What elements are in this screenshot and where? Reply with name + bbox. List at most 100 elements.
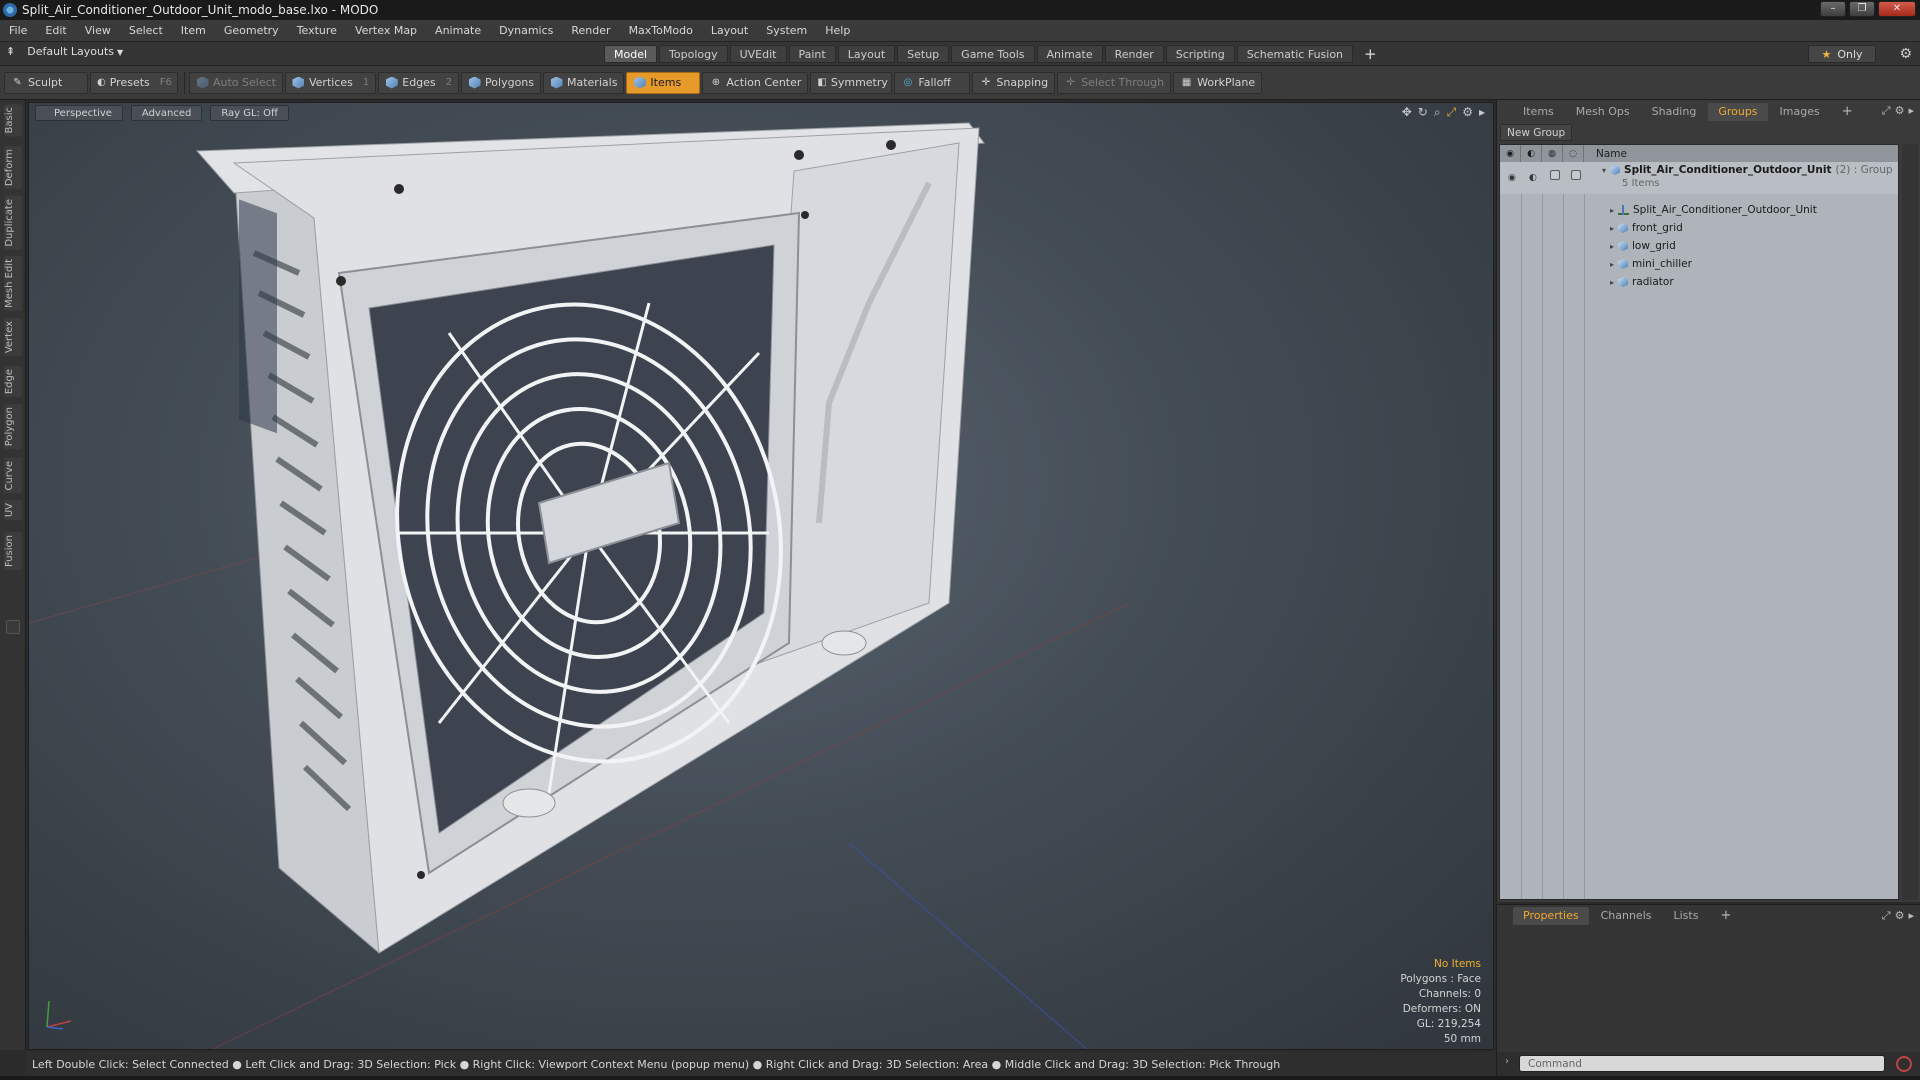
render-toggle-icon[interactable]: ◐ [1529, 173, 1537, 183]
list-item[interactable]: ▸ front_grid [1500, 219, 1898, 237]
menu-vertex-map[interactable]: Vertex Map [346, 20, 426, 42]
tab-mesh-edit[interactable]: Mesh Edit [4, 256, 22, 311]
list-item[interactable]: ▸ radiator [1500, 273, 1898, 291]
sidebar-toggle[interactable] [6, 620, 20, 634]
expand-triangle-icon[interactable]: ▾ [1602, 166, 1606, 175]
select-checkbox[interactable] [1571, 170, 1581, 180]
tab-items[interactable]: Items [1513, 103, 1564, 121]
command-input[interactable] [1519, 1055, 1885, 1072]
tab-paint[interactable]: Paint [788, 45, 836, 63]
workplane-button[interactable]: ▦ WorkPlane [1173, 71, 1263, 94]
vertices-button[interactable]: Vertices 1 [284, 71, 377, 94]
tab-layout[interactable]: Layout [837, 45, 896, 63]
tab-vertex[interactable]: Vertex [4, 318, 22, 357]
tab-fusion[interactable]: Fusion [4, 532, 22, 570]
sculpt-button[interactable]: ✎ Sculpt [4, 71, 88, 94]
gear-icon[interactable]: ⚙ [1895, 909, 1905, 923]
tab-polygon[interactable]: Polygon [4, 404, 22, 450]
new-group-button[interactable]: New Group [1500, 124, 1573, 141]
tab-shading[interactable]: Shading [1642, 103, 1707, 121]
select-column-icon[interactable]: ◌ [1563, 145, 1584, 162]
menu-dynamics[interactable]: Dynamics [490, 20, 562, 42]
zoom-icon[interactable]: ⌕ [1434, 105, 1441, 120]
menu-render[interactable]: Render [562, 20, 619, 42]
close-button[interactable]: ✕ [1878, 1, 1916, 17]
tab-animate[interactable]: Animate [1036, 45, 1103, 63]
gear-icon[interactable]: ⚙ [1462, 105, 1473, 120]
auto-select-button[interactable]: Auto Select [189, 71, 283, 94]
eye-icon[interactable]: ◉ [1508, 173, 1516, 183]
tab-uv[interactable]: UV [4, 500, 22, 521]
menu-maxtomodo[interactable]: MaxToModo [620, 20, 702, 42]
minimize-button[interactable]: – [1820, 1, 1846, 17]
items-button[interactable]: Items [626, 71, 701, 94]
tab-curve[interactable]: Curve [4, 458, 22, 494]
menu-geometry[interactable]: Geometry [215, 20, 288, 42]
visibility-column-icon[interactable]: ◉ [1500, 145, 1521, 162]
edges-button[interactable]: Edges 2 [378, 71, 460, 94]
tab-properties[interactable]: Properties [1513, 907, 1589, 925]
tab-scripting[interactable]: Scripting [1165, 45, 1235, 63]
list-item[interactable]: ▸ mini_chiller [1500, 255, 1898, 273]
layout-selector[interactable]: ⇞ Default Layouts ▼ [6, 45, 123, 58]
menu-layout[interactable]: Layout [702, 20, 757, 42]
group-row[interactable]: ◉ ◐ ▾ Split_Air_Conditioner_Outdoor_Unit… [1500, 162, 1898, 194]
gear-icon[interactable]: ⚙ [1895, 104, 1905, 118]
chevron-right-icon[interactable]: ▸ [1908, 909, 1914, 923]
raygl-button[interactable]: Ray GL: Off [210, 105, 289, 121]
tab-model[interactable]: Model [604, 45, 658, 63]
tab-lists[interactable]: Lists [1664, 907, 1709, 925]
maximize-button[interactable]: ❐ [1849, 1, 1875, 17]
expand-triangle-icon[interactable]: ▸ [1610, 206, 1614, 215]
render-column-icon[interactable]: ◐ [1521, 145, 1542, 162]
snapping-button[interactable]: ✛ Snapping [972, 71, 1056, 94]
add-tab-icon[interactable]: + [1710, 907, 1741, 925]
tab-groups[interactable]: Groups [1708, 103, 1768, 121]
tab-schematic-fusion[interactable]: Schematic Fusion [1236, 45, 1354, 63]
expand-icon[interactable]: ⤢ [1882, 909, 1891, 923]
menu-texture[interactable]: Texture [288, 20, 346, 42]
chevron-right-icon[interactable]: ▸ [1479, 105, 1485, 120]
only-toggle[interactable]: ★ Only [1808, 45, 1876, 63]
menu-edit[interactable]: Edit [36, 20, 75, 42]
expand-triangle-icon[interactable]: ▸ [1610, 224, 1614, 233]
menu-item[interactable]: Item [172, 20, 215, 42]
menu-help[interactable]: Help [816, 20, 859, 42]
add-tab-icon[interactable]: + [1832, 103, 1863, 121]
list-item[interactable]: ▸ low_grid [1500, 237, 1898, 255]
select-through-button[interactable]: ✛ Select Through [1057, 71, 1172, 94]
fit-icon[interactable]: ⤢ [1447, 105, 1457, 120]
menu-animate[interactable]: Animate [426, 20, 490, 42]
menu-select[interactable]: Select [120, 20, 172, 42]
gear-icon[interactable]: ⚙ [1899, 46, 1912, 62]
3d-viewport[interactable]: Perspective Advanced Ray GL: Off ✥ ↻ ⌕ ⤢… [28, 102, 1494, 1050]
view-mode-button[interactable]: Perspective [35, 105, 123, 121]
command-history-button[interactable] [1896, 1056, 1912, 1072]
tab-uvedit[interactable]: UVEdit [729, 45, 787, 63]
tab-deform[interactable]: Deform [4, 146, 22, 190]
menu-file[interactable]: File [0, 20, 36, 42]
tab-setup[interactable]: Setup [897, 45, 950, 63]
tab-edge[interactable]: Edge [4, 366, 22, 398]
expand-triangle-icon[interactable]: ▸ [1610, 260, 1614, 269]
falloff-button[interactable]: ◎ Falloff [894, 71, 971, 94]
symmetry-button[interactable]: ◧ Symmetry [810, 71, 893, 94]
materials-button[interactable]: Materials [543, 71, 625, 94]
list-item[interactable]: ▸ Split_Air_Conditioner_Outdoor_Unit [1500, 201, 1898, 219]
tab-topology[interactable]: Topology [659, 45, 728, 63]
tab-channels[interactable]: Channels [1591, 907, 1662, 925]
lock-column-icon[interactable]: ◍ [1542, 145, 1563, 162]
tab-images[interactable]: Images [1770, 103, 1830, 121]
shading-mode-button[interactable]: Advanced [130, 105, 203, 121]
presets-button[interactable]: ◐ Presets F6 [90, 71, 178, 94]
pan-icon[interactable]: ✥ [1402, 105, 1412, 120]
rotate-icon[interactable]: ↻ [1418, 105, 1428, 120]
expand-triangle-icon[interactable]: ▸ [1610, 278, 1614, 287]
tab-duplicate[interactable]: Duplicate [4, 196, 22, 250]
list-scrollbar[interactable] [1902, 144, 1918, 900]
tab-mesh-ops[interactable]: Mesh Ops [1566, 103, 1640, 121]
menu-system[interactable]: System [757, 20, 816, 42]
chevron-right-icon[interactable]: ▸ [1908, 104, 1914, 118]
menu-view[interactable]: View [76, 20, 120, 42]
name-column-header[interactable]: Name [1586, 148, 1627, 160]
